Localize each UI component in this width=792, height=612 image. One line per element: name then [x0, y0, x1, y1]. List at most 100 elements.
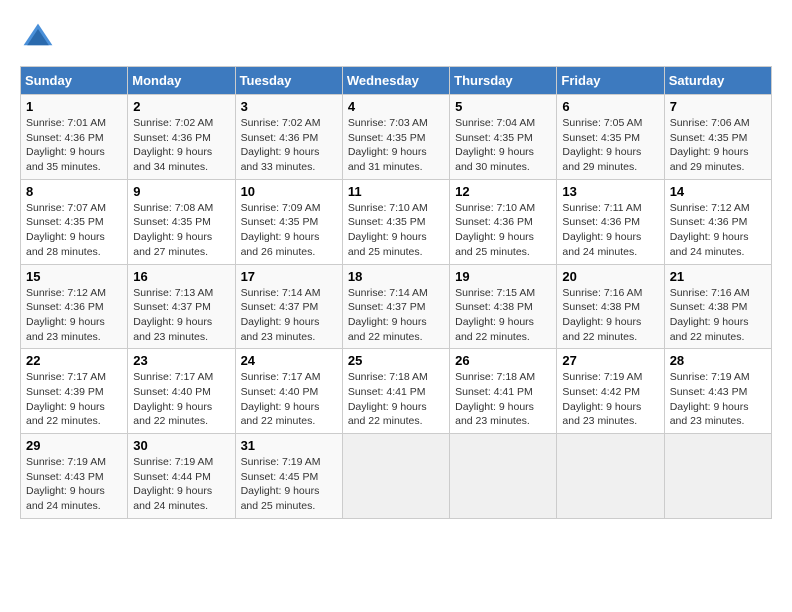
day-info: Sunrise: 7:19 AMSunset: 4:43 PMDaylight:… [26, 455, 122, 514]
column-header-wednesday: Wednesday [342, 67, 449, 95]
day-info: Sunrise: 7:18 AMSunset: 4:41 PMDaylight:… [455, 370, 551, 429]
calendar-cell: 5 Sunrise: 7:04 AMSunset: 4:35 PMDaylight… [450, 95, 557, 180]
day-number: 4 [348, 99, 444, 114]
day-info: Sunrise: 7:19 AMSunset: 4:42 PMDaylight:… [562, 370, 658, 429]
logo-icon [20, 20, 56, 56]
day-info: Sunrise: 7:10 AMSunset: 4:35 PMDaylight:… [348, 201, 444, 260]
calendar-cell: 2 Sunrise: 7:02 AMSunset: 4:36 PMDaylight… [128, 95, 235, 180]
day-number: 31 [241, 438, 337, 453]
calendar-cell: 8Sunrise: 7:07 AMSunset: 4:35 PMDaylight… [21, 179, 128, 264]
day-number: 21 [670, 269, 766, 284]
day-number: 18 [348, 269, 444, 284]
calendar-cell: 11 Sunrise: 7:10 AMSunset: 4:35 PMDayligh… [342, 179, 449, 264]
day-number: 30 [133, 438, 229, 453]
calendar-cell: 15 Sunrise: 7:12 AMSunset: 4:36 PMDayligh… [21, 264, 128, 349]
day-info: Sunrise: 7:17 AMSunset: 4:39 PMDaylight:… [26, 370, 122, 429]
day-number: 15 [26, 269, 122, 284]
day-number: 22 [26, 353, 122, 368]
day-info: Sunrise: 7:14 AMSunset: 4:37 PMDaylight:… [241, 286, 337, 345]
day-info: Sunrise: 7:02 AMSunset: 4:36 PMDaylight:… [133, 116, 229, 175]
calendar-cell: 26 Sunrise: 7:18 AMSunset: 4:41 PMDayligh… [450, 349, 557, 434]
day-info: Sunrise: 7:01 AMSunset: 4:36 PMDaylight:… [26, 116, 122, 175]
calendar-table: SundayMondayTuesdayWednesdayThursdayFrid… [20, 66, 772, 519]
calendar-header-row: SundayMondayTuesdayWednesdayThursdayFrid… [21, 67, 772, 95]
day-info: Sunrise: 7:12 AMSunset: 4:36 PMDaylight:… [670, 201, 766, 260]
calendar-cell: 4 Sunrise: 7:03 AMSunset: 4:35 PMDaylight… [342, 95, 449, 180]
day-info: Sunrise: 7:10 AMSunset: 4:36 PMDaylight:… [455, 201, 551, 260]
day-number: 28 [670, 353, 766, 368]
calendar-cell: 25Sunrise: 7:18 AMSunset: 4:41 PMDayligh… [342, 349, 449, 434]
day-number: 1 [26, 99, 122, 114]
day-number: 10 [241, 184, 337, 199]
calendar-cell: 20 Sunrise: 7:16 AMSunset: 4:38 PMDayligh… [557, 264, 664, 349]
day-number: 6 [562, 99, 658, 114]
calendar-cell [664, 434, 771, 519]
day-info: Sunrise: 7:17 AMSunset: 4:40 PMDaylight:… [241, 370, 337, 429]
calendar-cell: 19 Sunrise: 7:15 AMSunset: 4:38 PMDayligh… [450, 264, 557, 349]
day-info: Sunrise: 7:04 AMSunset: 4:35 PMDaylight:… [455, 116, 551, 175]
column-header-friday: Friday [557, 67, 664, 95]
column-header-sunday: Sunday [21, 67, 128, 95]
day-info: Sunrise: 7:15 AMSunset: 4:38 PMDaylight:… [455, 286, 551, 345]
day-number: 14 [670, 184, 766, 199]
calendar-cell: 30 Sunrise: 7:19 AMSunset: 4:44 PMDayligh… [128, 434, 235, 519]
calendar-week-4: 22 Sunrise: 7:17 AMSunset: 4:39 PMDayligh… [21, 349, 772, 434]
calendar-cell [342, 434, 449, 519]
column-header-tuesday: Tuesday [235, 67, 342, 95]
calendar-cell: 3 Sunrise: 7:02 AMSunset: 4:36 PMDaylight… [235, 95, 342, 180]
day-number: 26 [455, 353, 551, 368]
day-info: Sunrise: 7:12 AMSunset: 4:36 PMDaylight:… [26, 286, 122, 345]
day-number: 27 [562, 353, 658, 368]
day-info: Sunrise: 7:06 AMSunset: 4:35 PMDaylight:… [670, 116, 766, 175]
day-number: 17 [241, 269, 337, 284]
calendar-cell: 9 Sunrise: 7:08 AMSunset: 4:35 PMDaylight… [128, 179, 235, 264]
calendar-cell [557, 434, 664, 519]
calendar-cell: 14 Sunrise: 7:12 AMSunset: 4:36 PMDayligh… [664, 179, 771, 264]
calendar-cell: 21 Sunrise: 7:16 AMSunset: 4:38 PMDayligh… [664, 264, 771, 349]
day-info: Sunrise: 7:05 AMSunset: 4:35 PMDaylight:… [562, 116, 658, 175]
day-info: Sunrise: 7:11 AMSunset: 4:36 PMDaylight:… [562, 201, 658, 260]
logo [20, 20, 62, 56]
day-number: 23 [133, 353, 229, 368]
calendar-week-2: 8Sunrise: 7:07 AMSunset: 4:35 PMDaylight… [21, 179, 772, 264]
day-info: Sunrise: 7:18 AMSunset: 4:41 PMDaylight:… [348, 370, 444, 429]
day-number: 2 [133, 99, 229, 114]
day-info: Sunrise: 7:16 AMSunset: 4:38 PMDaylight:… [670, 286, 766, 345]
day-info: Sunrise: 7:19 AMSunset: 4:44 PMDaylight:… [133, 455, 229, 514]
day-number: 29 [26, 438, 122, 453]
day-number: 9 [133, 184, 229, 199]
calendar-cell: 28Sunrise: 7:19 AMSunset: 4:43 PMDayligh… [664, 349, 771, 434]
day-info: Sunrise: 7:03 AMSunset: 4:35 PMDaylight:… [348, 116, 444, 175]
calendar-cell: 24Sunrise: 7:17 AMSunset: 4:40 PMDayligh… [235, 349, 342, 434]
calendar-cell: 1 Sunrise: 7:01 AMSunset: 4:36 PMDaylight… [21, 95, 128, 180]
day-info: Sunrise: 7:16 AMSunset: 4:38 PMDaylight:… [562, 286, 658, 345]
day-info: Sunrise: 7:09 AMSunset: 4:35 PMDaylight:… [241, 201, 337, 260]
day-number: 20 [562, 269, 658, 284]
day-info: Sunrise: 7:02 AMSunset: 4:36 PMDaylight:… [241, 116, 337, 175]
day-number: 5 [455, 99, 551, 114]
day-number: 11 [348, 184, 444, 199]
day-number: 3 [241, 99, 337, 114]
day-number: 7 [670, 99, 766, 114]
calendar-cell: 31 Sunrise: 7:19 AMSunset: 4:45 PMDayligh… [235, 434, 342, 519]
column-header-thursday: Thursday [450, 67, 557, 95]
day-info: Sunrise: 7:19 AMSunset: 4:45 PMDaylight:… [241, 455, 337, 514]
calendar-cell: 13 Sunrise: 7:11 AMSunset: 4:36 PMDayligh… [557, 179, 664, 264]
calendar-cell: 22 Sunrise: 7:17 AMSunset: 4:39 PMDayligh… [21, 349, 128, 434]
calendar-cell: 12 Sunrise: 7:10 AMSunset: 4:36 PMDayligh… [450, 179, 557, 264]
calendar-cell: 23Sunrise: 7:17 AMSunset: 4:40 PMDayligh… [128, 349, 235, 434]
day-number: 16 [133, 269, 229, 284]
calendar-cell: 10 Sunrise: 7:09 AMSunset: 4:35 PMDayligh… [235, 179, 342, 264]
calendar-week-1: 1 Sunrise: 7:01 AMSunset: 4:36 PMDaylight… [21, 95, 772, 180]
calendar-cell: 27 Sunrise: 7:19 AMSunset: 4:42 PMDayligh… [557, 349, 664, 434]
day-number: 12 [455, 184, 551, 199]
calendar-week-3: 15 Sunrise: 7:12 AMSunset: 4:36 PMDayligh… [21, 264, 772, 349]
header [20, 20, 772, 56]
day-info: Sunrise: 7:07 AMSunset: 4:35 PMDaylight:… [26, 201, 122, 260]
calendar-cell: 16Sunrise: 7:13 AMSunset: 4:37 PMDayligh… [128, 264, 235, 349]
calendar-week-5: 29 Sunrise: 7:19 AMSunset: 4:43 PMDayligh… [21, 434, 772, 519]
calendar-cell [450, 434, 557, 519]
day-info: Sunrise: 7:08 AMSunset: 4:35 PMDaylight:… [133, 201, 229, 260]
day-number: 13 [562, 184, 658, 199]
day-number: 19 [455, 269, 551, 284]
